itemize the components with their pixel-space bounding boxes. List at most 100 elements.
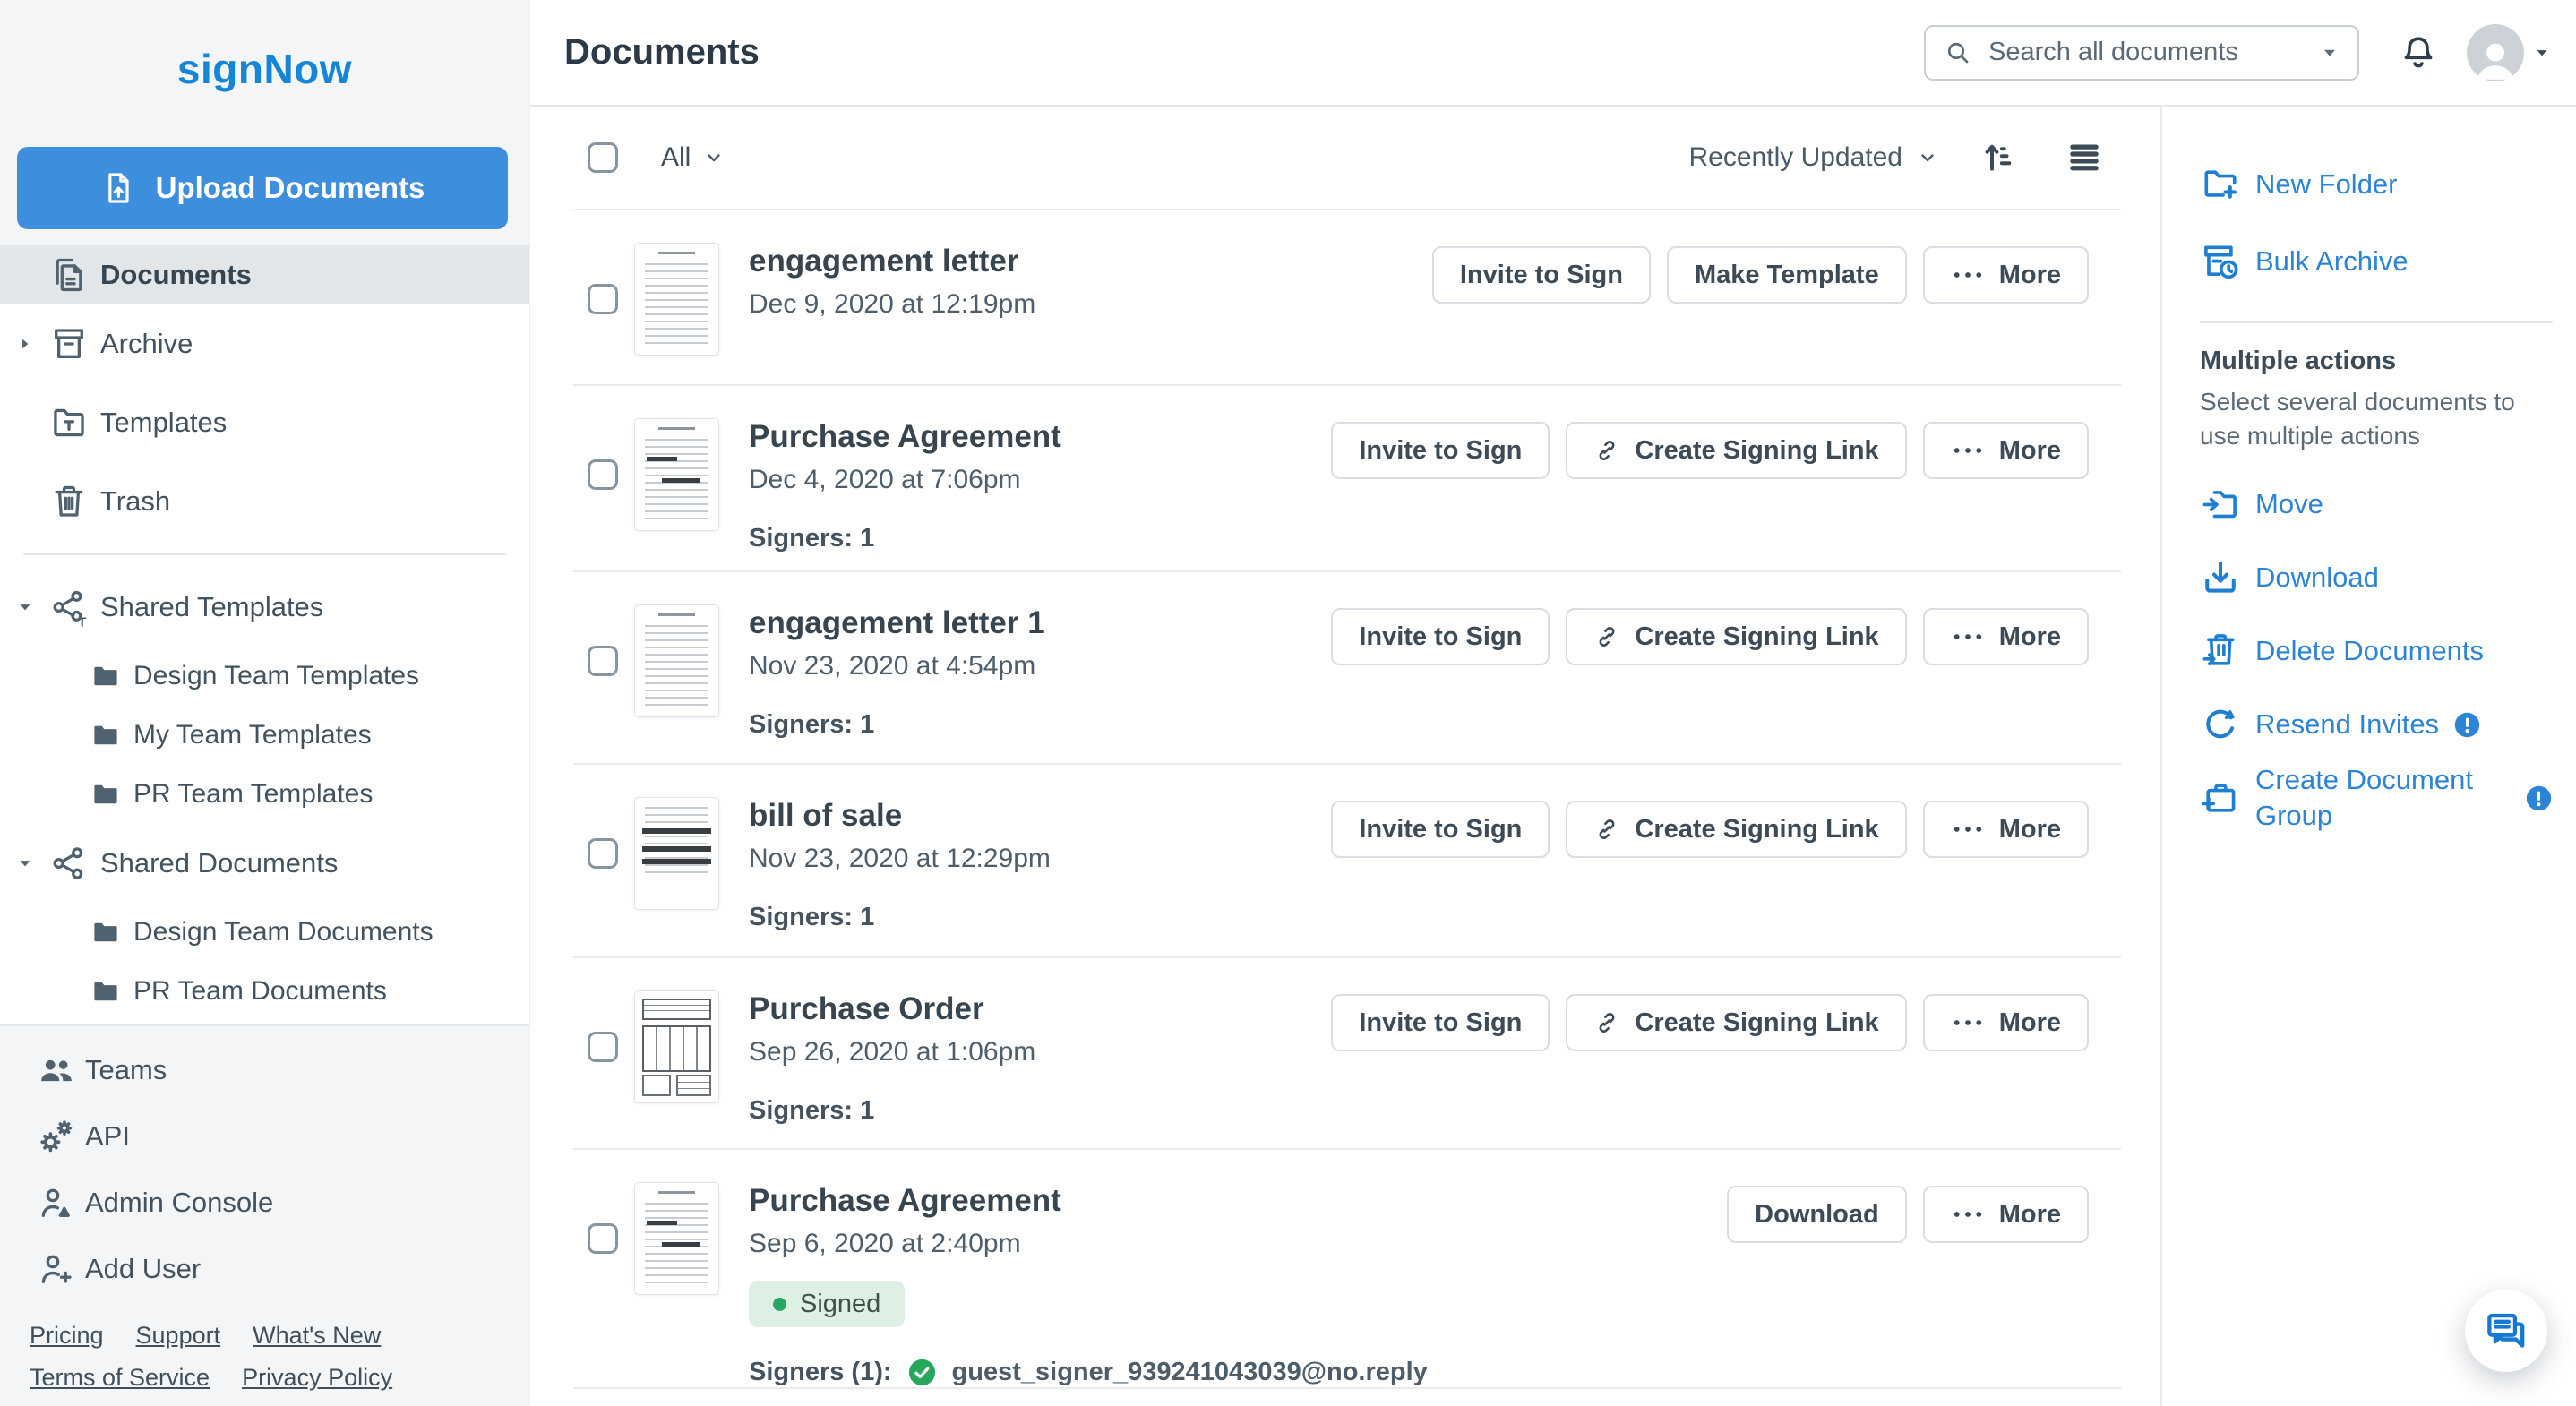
sidebar-item-documents[interactable]: Documents — [0, 245, 529, 304]
create-signing-link-button[interactable]: Create Signing Link — [1566, 608, 1906, 665]
sidebar-item-shared-templates[interactable]: TShared Templates — [0, 568, 529, 647]
sidebar-item-design-team-documents[interactable]: Design Team Documents — [0, 903, 529, 962]
document-thumbnail[interactable] — [634, 990, 719, 1103]
sidebar-item-trash[interactable]: Trash — [0, 462, 529, 541]
invite-to-sign-button[interactable]: Invite to Sign — [1331, 608, 1550, 665]
row-checkbox[interactable] — [588, 646, 618, 676]
sidebar-item-api[interactable]: API — [0, 1103, 529, 1170]
more-button[interactable]: More — [1923, 246, 2089, 304]
download-button[interactable]: Download — [1727, 1186, 1907, 1243]
sidebar-item-design-team-templates[interactable]: Design Team Templates — [0, 647, 529, 706]
filter-dropdown[interactable]: All — [661, 142, 725, 173]
search-box[interactable] — [1924, 25, 2359, 81]
more-button[interactable]: More — [1923, 608, 2089, 665]
create-signing-link-button[interactable]: Create Signing Link — [1566, 801, 1906, 858]
create-signing-link-button[interactable]: Create Signing Link — [1566, 422, 1906, 479]
caret-filled-down-icon[interactable] — [16, 598, 34, 616]
search-input[interactable] — [1987, 37, 2306, 68]
delete-documents-icon — [2200, 630, 2241, 672]
footer-link-what-s-new[interactable]: What's New — [253, 1322, 381, 1349]
caret-filled-down-icon[interactable] — [2320, 43, 2340, 63]
invite-to-sign-button[interactable]: Invite to Sign — [1331, 422, 1550, 479]
row-checkbox[interactable] — [588, 1032, 618, 1062]
document-row[interactable]: Purchase OrderSep 26, 2020 at 1:06pmSign… — [573, 958, 2121, 1150]
sidebar-item-templates[interactable]: Templates — [0, 383, 529, 462]
invite-to-sign-button[interactable]: Invite to Sign — [1331, 994, 1550, 1051]
document-row[interactable]: Purchase AgreementDec 4, 2020 at 7:06pmS… — [573, 386, 2121, 572]
document-title[interactable]: Purchase Order — [749, 990, 1035, 1028]
document-row[interactable]: bill of saleNov 23, 2020 at 12:29pmSigne… — [573, 765, 2121, 958]
sidebar-item-teams[interactable]: Teams — [0, 1037, 529, 1103]
delete-documents-button[interactable]: Delete Documents — [2200, 614, 2553, 688]
upload-documents-button[interactable]: Upload Documents — [17, 147, 508, 229]
create-document-group-button[interactable]: Create Document Group — [2200, 761, 2553, 835]
document-thumbnail[interactable] — [634, 418, 719, 531]
move-button[interactable]: Move — [2200, 467, 2553, 541]
document-thumbnail[interactable] — [634, 243, 719, 356]
document-title[interactable]: engagement letter — [749, 243, 1035, 280]
sidebar-item-add-user[interactable]: Add User — [0, 1236, 529, 1302]
invite-to-sign-button[interactable]: Invite to Sign — [1432, 246, 1651, 304]
new-folder-button[interactable]: New Folder — [2200, 146, 2553, 223]
create-signing-link-button[interactable]: Create Signing Link — [1566, 994, 1906, 1051]
thumb-detail — [658, 427, 695, 430]
document-title[interactable]: Purchase Agreement — [749, 418, 1061, 456]
document-thumbnail[interactable] — [634, 604, 719, 717]
bulk-archive-icon — [2200, 241, 2241, 282]
sidebar-item-archive[interactable]: Archive — [0, 304, 529, 383]
sidebar-item-pr-team-documents[interactable]: PR Team Documents — [0, 962, 529, 1021]
row-checkbox[interactable] — [588, 1223, 618, 1254]
row-checkbox[interactable] — [588, 284, 618, 314]
sidebar-item-pr-team-templates[interactable]: PR Team Templates — [0, 765, 529, 824]
resend-invites-icon — [2200, 704, 2241, 745]
sidebar-item-shared-documents[interactable]: Shared Documents — [0, 824, 529, 903]
sort-dropdown[interactable]: Recently Updated — [1689, 142, 1938, 173]
download-button[interactable]: Download — [2200, 541, 2553, 614]
document-thumbnail[interactable] — [634, 797, 719, 910]
footer-link-privacy-policy[interactable]: Privacy Policy — [242, 1364, 392, 1391]
select-all-checkbox[interactable] — [588, 142, 618, 173]
more-button[interactable]: More — [1923, 422, 2089, 479]
button-label: Invite to Sign — [1359, 436, 1522, 466]
footer-link-terms-of-service[interactable]: Terms of Service — [30, 1364, 210, 1391]
invite-to-sign-button[interactable]: Invite to Sign — [1331, 801, 1550, 858]
document-info: Purchase OrderSep 26, 2020 at 1:06pmSign… — [749, 990, 1035, 1126]
more-button[interactable]: More — [1923, 801, 2089, 858]
sidebar-bottom-items: TeamsAPIAdmin ConsoleAdd User — [0, 1037, 529, 1302]
row-checkbox[interactable] — [588, 459, 618, 490]
document-title[interactable]: bill of sale — [749, 797, 1051, 835]
document-row[interactable]: engagement letterDec 9, 2020 at 12:19pmI… — [573, 210, 2121, 386]
info-icon[interactable] — [2525, 784, 2553, 812]
document-title[interactable]: engagement letter 1 — [749, 604, 1045, 642]
list-view-icon[interactable] — [2065, 139, 2103, 176]
sidebar-item-label: Archive — [100, 328, 193, 360]
thumb-detail — [642, 1075, 671, 1096]
bulk-archive-button[interactable]: Bulk Archive — [2200, 223, 2553, 300]
sidebar-item-admin-console[interactable]: Admin Console — [0, 1170, 529, 1236]
document-title[interactable]: Purchase Agreement — [749, 1182, 1428, 1220]
sidebar-footer-links: Pricing Support What's New Terms of Service… — [0, 1302, 529, 1392]
chat-support-button[interactable] — [2465, 1290, 2547, 1372]
sort-order-icon[interactable] — [1979, 139, 2017, 176]
resend-invites-button[interactable]: Resend Invites — [2200, 688, 2553, 761]
footer-link-pricing[interactable]: Pricing — [30, 1322, 104, 1349]
more-button[interactable]: More — [1923, 994, 2089, 1051]
sidebar-item-my-team-templates[interactable]: My Team Templates — [0, 706, 529, 765]
document-row[interactable]: engagement letter 1Nov 23, 2020 at 4:54p… — [573, 572, 2121, 765]
caret-filled-down-icon[interactable] — [16, 854, 34, 872]
caret-slot — [0, 335, 49, 353]
make-template-button[interactable]: Make Template — [1667, 246, 1907, 304]
document-row[interactable]: Purchase AgreementSep 6, 2020 at 2:40pmS… — [573, 1150, 2121, 1389]
document-thumbnail[interactable] — [634, 1182, 719, 1295]
info-icon[interactable] — [2453, 711, 2481, 739]
account-menu-caret-icon[interactable] — [2533, 44, 2551, 62]
row-checkbox[interactable] — [588, 838, 618, 869]
caret-filled-right-icon[interactable] — [16, 335, 34, 353]
caret-slot — [0, 598, 49, 616]
signers-count: Signers: 1 — [749, 710, 1045, 740]
signnow-logo[interactable]: signNow — [0, 45, 529, 93]
footer-link-support[interactable]: Support — [136, 1322, 221, 1349]
bell-icon[interactable] — [2399, 33, 2438, 73]
more-button[interactable]: More — [1923, 1186, 2089, 1243]
avatar[interactable] — [2467, 24, 2524, 81]
